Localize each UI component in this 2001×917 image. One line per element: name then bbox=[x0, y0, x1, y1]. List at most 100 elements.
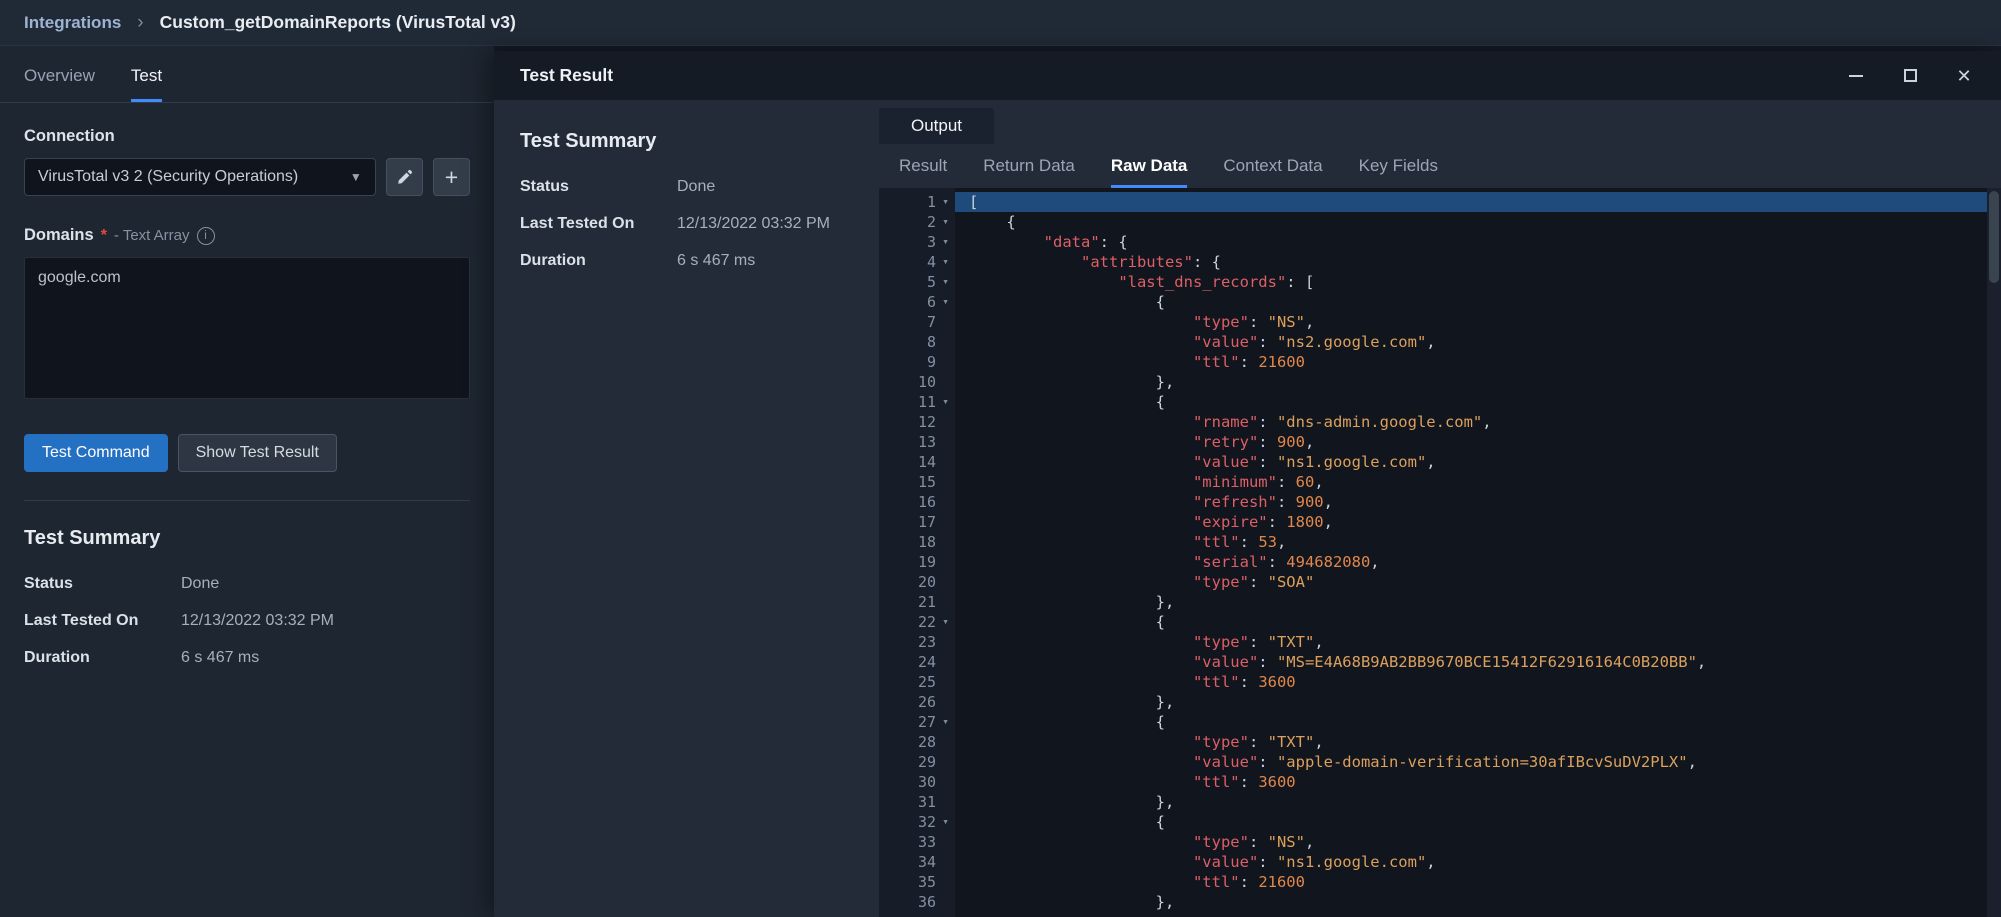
add-connection-button[interactable]: + bbox=[433, 158, 470, 196]
editor-line[interactable]: 3▾ "data": { bbox=[879, 232, 2001, 252]
editor-line[interactable]: 27▾ { bbox=[879, 712, 2001, 732]
editor-line[interactable]: 17 "expire": 1800, bbox=[879, 512, 2001, 532]
editor-line[interactable]: 4▾ "attributes": { bbox=[879, 252, 2001, 272]
code-line[interactable]: { bbox=[955, 612, 2001, 632]
editor-line[interactable]: 23 "type": "TXT", bbox=[879, 632, 2001, 652]
editor-line[interactable]: 16 "refresh": 900, bbox=[879, 492, 2001, 512]
connection-select[interactable]: VirusTotal v3 2 (Security Operations) ▼ bbox=[24, 158, 376, 196]
tab-output[interactable]: Output bbox=[879, 108, 994, 144]
fold-arrow-icon[interactable]: ▾ bbox=[936, 232, 955, 252]
code-line[interactable]: "refresh": 900, bbox=[955, 492, 2001, 512]
code-line[interactable]: { bbox=[955, 812, 2001, 832]
code-line[interactable]: }, bbox=[955, 592, 2001, 612]
editor-scrollbar[interactable] bbox=[1987, 188, 2001, 917]
code-line[interactable]: "serial": 494682080, bbox=[955, 552, 2001, 572]
editor-line[interactable]: 1▾[ bbox=[879, 192, 2001, 212]
fold-arrow-icon[interactable]: ▾ bbox=[936, 292, 955, 312]
editor-line[interactable]: 18 "ttl": 53, bbox=[879, 532, 2001, 552]
test-command-button[interactable]: Test Command bbox=[24, 434, 168, 472]
maximize-button[interactable] bbox=[1899, 65, 1921, 87]
editor-line[interactable]: 14 "value": "ns1.google.com", bbox=[879, 452, 2001, 472]
info-icon[interactable]: i bbox=[197, 227, 215, 245]
code-line[interactable]: "data": { bbox=[955, 232, 2001, 252]
fold-arrow-icon[interactable]: ▾ bbox=[936, 252, 955, 272]
code-line[interactable]: { bbox=[955, 212, 2001, 232]
edit-connection-button[interactable] bbox=[386, 158, 423, 196]
editor-line[interactable]: 13 "retry": 900, bbox=[879, 432, 2001, 452]
breadcrumb-integrations-link[interactable]: Integrations bbox=[24, 13, 121, 33]
code-line[interactable]: "ttl": 21600 bbox=[955, 872, 2001, 892]
editor-line[interactable]: 19 "serial": 494682080, bbox=[879, 552, 2001, 572]
fold-arrow-icon[interactable]: ▾ bbox=[936, 272, 955, 292]
tab-test[interactable]: Test bbox=[131, 66, 162, 102]
editor-line[interactable]: 7 "type": "NS", bbox=[879, 312, 2001, 332]
code-line[interactable]: "type": "NS", bbox=[955, 832, 2001, 852]
editor-line[interactable]: 33 "type": "NS", bbox=[879, 832, 2001, 852]
fold-arrow-icon[interactable]: ▾ bbox=[936, 612, 955, 632]
editor-line[interactable]: 5▾ "last_dns_records": [ bbox=[879, 272, 2001, 292]
editor-line[interactable]: 6▾ { bbox=[879, 292, 2001, 312]
editor-line[interactable]: 30 "ttl": 3600 bbox=[879, 772, 2001, 792]
code-line[interactable]: "value": "MS=E4A68B9AB2BB9670BCE15412F62… bbox=[955, 652, 2001, 672]
code-line[interactable]: "type": "TXT", bbox=[955, 732, 2001, 752]
fold-arrow-icon[interactable]: ▾ bbox=[936, 392, 955, 412]
code-line[interactable]: { bbox=[955, 292, 2001, 312]
code-line[interactable]: "type": "SOA" bbox=[955, 572, 2001, 592]
editor-line[interactable]: 36 }, bbox=[879, 892, 2001, 912]
editor-line[interactable]: 12 "rname": "dns-admin.google.com", bbox=[879, 412, 2001, 432]
fold-arrow-icon[interactable]: ▾ bbox=[936, 192, 955, 212]
subtab-return-data[interactable]: Return Data bbox=[983, 156, 1075, 188]
editor-line[interactable]: 2▾ { bbox=[879, 212, 2001, 232]
code-line[interactable]: "value": "ns1.google.com", bbox=[955, 852, 2001, 872]
code-line[interactable]: "rname": "dns-admin.google.com", bbox=[955, 412, 2001, 432]
editor-line[interactable]: 26 }, bbox=[879, 692, 2001, 712]
code-line[interactable]: "value": "apple-domain-verification=30af… bbox=[955, 752, 2001, 772]
code-line[interactable]: { bbox=[955, 392, 2001, 412]
code-line[interactable]: "retry": 900, bbox=[955, 432, 2001, 452]
subtab-key-fields[interactable]: Key Fields bbox=[1359, 156, 1438, 188]
editor-line[interactable]: 20 "type": "SOA" bbox=[879, 572, 2001, 592]
code-line[interactable]: "ttl": 53, bbox=[955, 532, 2001, 552]
fold-arrow-icon[interactable]: ▾ bbox=[936, 212, 955, 232]
editor-line[interactable]: 34 "value": "ns1.google.com", bbox=[879, 852, 2001, 872]
editor-line[interactable]: 35 "ttl": 21600 bbox=[879, 872, 2001, 892]
fold-arrow-icon[interactable]: ▾ bbox=[936, 812, 955, 832]
tab-overview[interactable]: Overview bbox=[24, 66, 95, 102]
editor-line[interactable]: 28 "type": "TXT", bbox=[879, 732, 2001, 752]
close-button[interactable]: ✕ bbox=[1953, 65, 1975, 87]
code-line[interactable]: }, bbox=[955, 792, 2001, 812]
editor-line[interactable]: 29 "value": "apple-domain-verification=3… bbox=[879, 752, 2001, 772]
code-line[interactable]: }, bbox=[955, 372, 2001, 392]
subtab-result[interactable]: Result bbox=[899, 156, 947, 188]
editor-line[interactable]: 32▾ { bbox=[879, 812, 2001, 832]
code-line[interactable]: "minimum": 60, bbox=[955, 472, 2001, 492]
editor-scrollbar-thumb[interactable] bbox=[1989, 191, 1999, 283]
minimize-button[interactable] bbox=[1845, 65, 1867, 87]
editor-line[interactable]: 8 "value": "ns2.google.com", bbox=[879, 332, 2001, 352]
editor-line[interactable]: 22▾ { bbox=[879, 612, 2001, 632]
raw-data-editor[interactable]: 1▾[2▾ {3▾ "data": {4▾ "attributes": {5▾ … bbox=[879, 188, 2001, 917]
editor-line[interactable]: 9 "ttl": 21600 bbox=[879, 352, 2001, 372]
domains-input[interactable]: google.com bbox=[24, 257, 470, 399]
code-line[interactable]: }, bbox=[955, 892, 2001, 912]
editor-line[interactable]: 11▾ { bbox=[879, 392, 2001, 412]
code-line[interactable]: "ttl": 3600 bbox=[955, 672, 2001, 692]
code-line-selected[interactable]: [ bbox=[955, 192, 2001, 212]
fold-arrow-icon[interactable]: ▾ bbox=[936, 712, 955, 732]
editor-line[interactable]: 24 "value": "MS=E4A68B9AB2BB9670BCE15412… bbox=[879, 652, 2001, 672]
show-test-result-button[interactable]: Show Test Result bbox=[178, 434, 337, 472]
code-line[interactable]: "last_dns_records": [ bbox=[955, 272, 2001, 292]
code-line[interactable]: }, bbox=[955, 692, 2001, 712]
code-line[interactable]: "value": "ns1.google.com", bbox=[955, 452, 2001, 472]
code-line[interactable]: "ttl": 21600 bbox=[955, 352, 2001, 372]
editor-line[interactable]: 15 "minimum": 60, bbox=[879, 472, 2001, 492]
code-line[interactable]: "attributes": { bbox=[955, 252, 2001, 272]
editor-line[interactable]: 10 }, bbox=[879, 372, 2001, 392]
subtab-raw-data[interactable]: Raw Data bbox=[1111, 156, 1188, 188]
editor-line[interactable]: 31 }, bbox=[879, 792, 2001, 812]
code-line[interactable]: "type": "NS", bbox=[955, 312, 2001, 332]
code-line[interactable]: "type": "TXT", bbox=[955, 632, 2001, 652]
editor-line[interactable]: 25 "ttl": 3600 bbox=[879, 672, 2001, 692]
code-line[interactable]: "ttl": 3600 bbox=[955, 772, 2001, 792]
code-line[interactable]: "expire": 1800, bbox=[955, 512, 2001, 532]
